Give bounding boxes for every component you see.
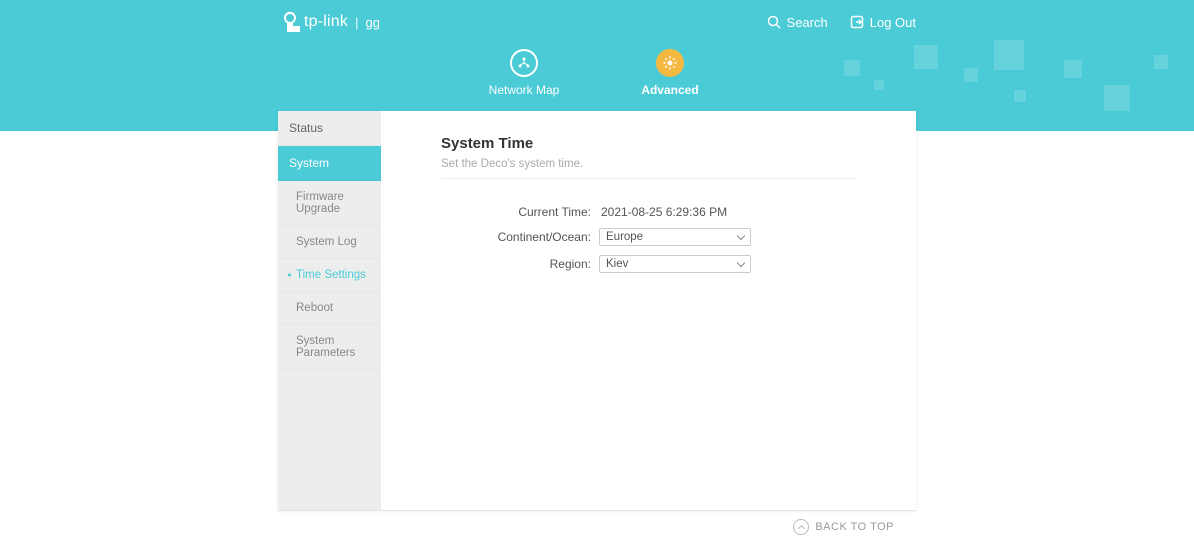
search-button[interactable]: Search bbox=[767, 15, 828, 30]
content-area: System Time Set the Deco's system time. … bbox=[381, 111, 916, 510]
back-to-top-label: BACK TO TOP bbox=[815, 521, 894, 533]
sidebar: Status System Firmware Upgrade System Lo… bbox=[278, 111, 381, 510]
sidebar-item-system-log[interactable]: System Log bbox=[278, 226, 381, 259]
tab-advanced-label: Advanced bbox=[641, 83, 698, 97]
main-panel: Status System Firmware Upgrade System Lo… bbox=[278, 111, 916, 510]
current-time-value: 2021-08-25 6:29:36 PM bbox=[599, 205, 727, 219]
region-label: Region: bbox=[441, 257, 599, 271]
brand-divider: | bbox=[355, 15, 358, 30]
tab-network-map[interactable]: Network Map bbox=[481, 49, 567, 108]
sidebar-system-label: System bbox=[289, 156, 329, 170]
sidebar-firmware-label: Firmware Upgrade bbox=[296, 191, 344, 215]
brand-logo: tp-link | gg bbox=[278, 10, 380, 34]
network-map-icon bbox=[510, 49, 538, 77]
back-to-top-button[interactable]: BACK TO TOP bbox=[278, 510, 916, 543]
sidebar-reboot-label: Reboot bbox=[296, 302, 333, 314]
sidebar-syslog-label: System Log bbox=[296, 236, 357, 248]
search-icon bbox=[767, 15, 781, 29]
sidebar-item-system-parameters[interactable]: System Parameters bbox=[278, 325, 381, 370]
region-value: Kiev bbox=[606, 258, 628, 270]
logout-button[interactable]: Log Out bbox=[850, 15, 916, 30]
search-label: Search bbox=[787, 15, 828, 30]
sidebar-time-label: Time Settings bbox=[296, 269, 366, 281]
advanced-icon bbox=[656, 49, 684, 77]
sidebar-item-time-settings[interactable]: Time Settings bbox=[278, 259, 381, 292]
chevron-down-icon bbox=[737, 231, 745, 239]
logout-label: Log Out bbox=[870, 15, 916, 30]
sidebar-item-system[interactable]: System bbox=[278, 146, 381, 181]
sidebar-status-label: Status bbox=[289, 121, 323, 135]
current-time-label: Current Time: bbox=[441, 205, 599, 219]
continent-value: Europe bbox=[606, 231, 643, 243]
page-description: Set the Deco's system time. bbox=[441, 158, 856, 179]
sidebar-item-reboot[interactable]: Reboot bbox=[278, 292, 381, 325]
page-title: System Time bbox=[441, 135, 856, 152]
brand-model: gg bbox=[365, 15, 379, 30]
sidebar-params-label: System Parameters bbox=[296, 335, 355, 359]
chevron-down-icon bbox=[737, 258, 745, 266]
continent-label: Continent/Ocean: bbox=[441, 230, 599, 244]
continent-select[interactable]: Europe bbox=[599, 228, 751, 246]
tab-advanced[interactable]: Advanced bbox=[627, 49, 713, 108]
region-select[interactable]: Kiev bbox=[599, 255, 751, 273]
sidebar-item-firmware-upgrade[interactable]: Firmware Upgrade bbox=[278, 181, 381, 226]
sidebar-item-status[interactable]: Status bbox=[278, 111, 381, 146]
tplink-logo-icon bbox=[278, 10, 302, 34]
brand-name: tp-link bbox=[304, 13, 348, 31]
up-arrow-icon bbox=[793, 519, 809, 535]
logout-icon bbox=[850, 15, 864, 29]
tab-network-map-label: Network Map bbox=[489, 83, 560, 97]
main-nav: Network Map Adv bbox=[0, 44, 1194, 108]
